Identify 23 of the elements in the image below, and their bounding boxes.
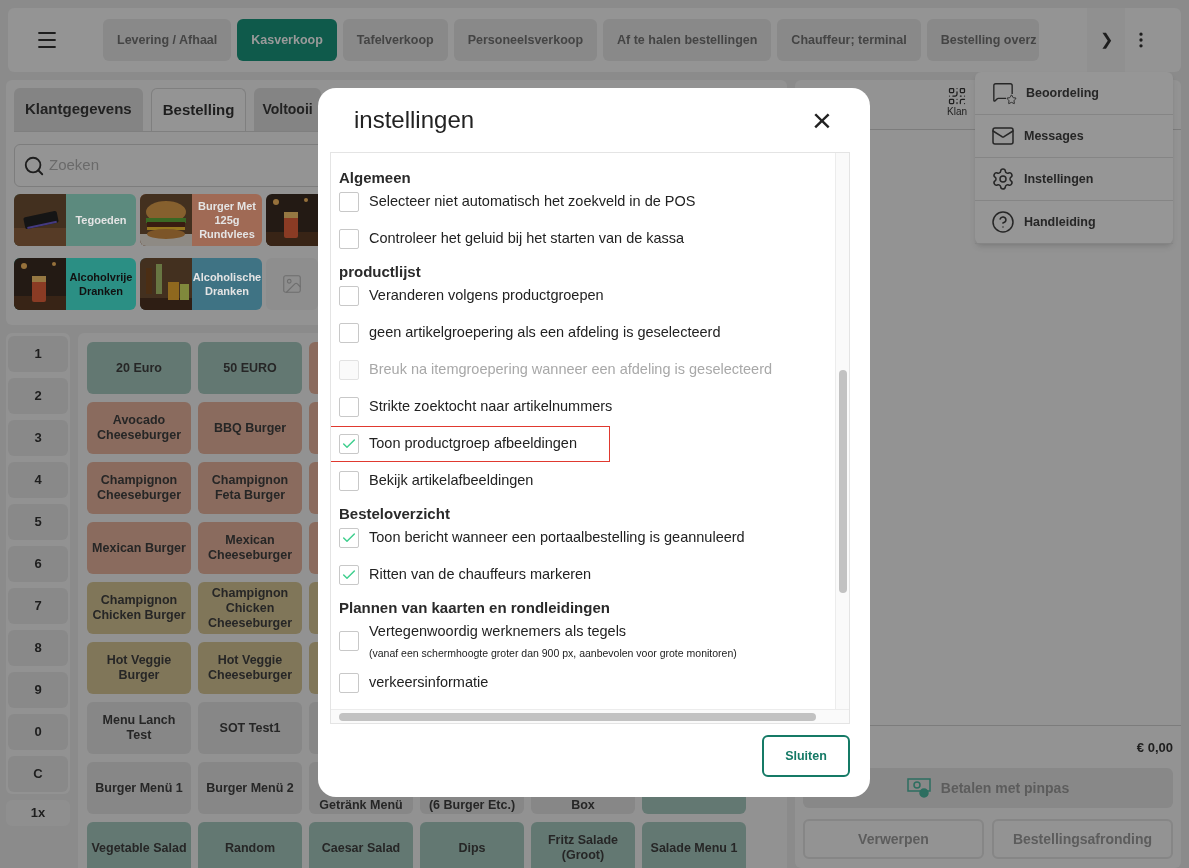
category-label: Alcoholische Dranken: [192, 270, 262, 298]
section-heading: productlijst: [339, 262, 422, 282]
section-heading: Besteloverzicht: [339, 504, 451, 524]
dialog-title: instellingen: [354, 105, 475, 135]
setting-label: Selecteer niet automatisch het zoekveld in de POS: [369, 192, 696, 212]
setting-label: Bekijk artikelafbeeldingen: [369, 471, 534, 491]
setting-note: (vanaf een schermhoogte groter dan 900 px, aanbevolen voor grote monitoren): [369, 645, 737, 661]
setting-label: verkeersinformatie: [369, 673, 489, 693]
setting-label: Strikte zoektocht naar artikelnummers: [369, 397, 613, 417]
section-heading: Algemeen: [339, 168, 412, 188]
category-label: Tegoeden: [74, 213, 128, 227]
setting-label: Controleer het geluid bij het starten van de kassa: [369, 229, 685, 249]
section-heading: Plannen van kaarten en rondleidingen: [339, 598, 611, 618]
setting-label: geen artikelgroepering als een afdeling is geselecteerd: [369, 323, 721, 343]
setting-label: Vertegenwoordig werknemers als tegels: [369, 621, 628, 641]
total-amount: € 0,00: [1136, 739, 1173, 757]
category-label: Alcoholvrije Dranken: [68, 270, 134, 298]
setting-label: Toon bericht wanneer een portaalbestelling is geannuleerd: [369, 528, 745, 548]
category-label: Burger Met 125g Rundvlees: [196, 199, 258, 241]
setting-label: Toon productgroep afbeeldingen: [369, 434, 577, 454]
setting-label: Ritten van de chauffeurs markeren: [369, 565, 592, 585]
setting-label: Veranderen volgens productgroepen: [369, 286, 604, 306]
setting-label: Breuk na itemgroepering wanneer een afdeling is geselecteerd: [369, 360, 773, 380]
